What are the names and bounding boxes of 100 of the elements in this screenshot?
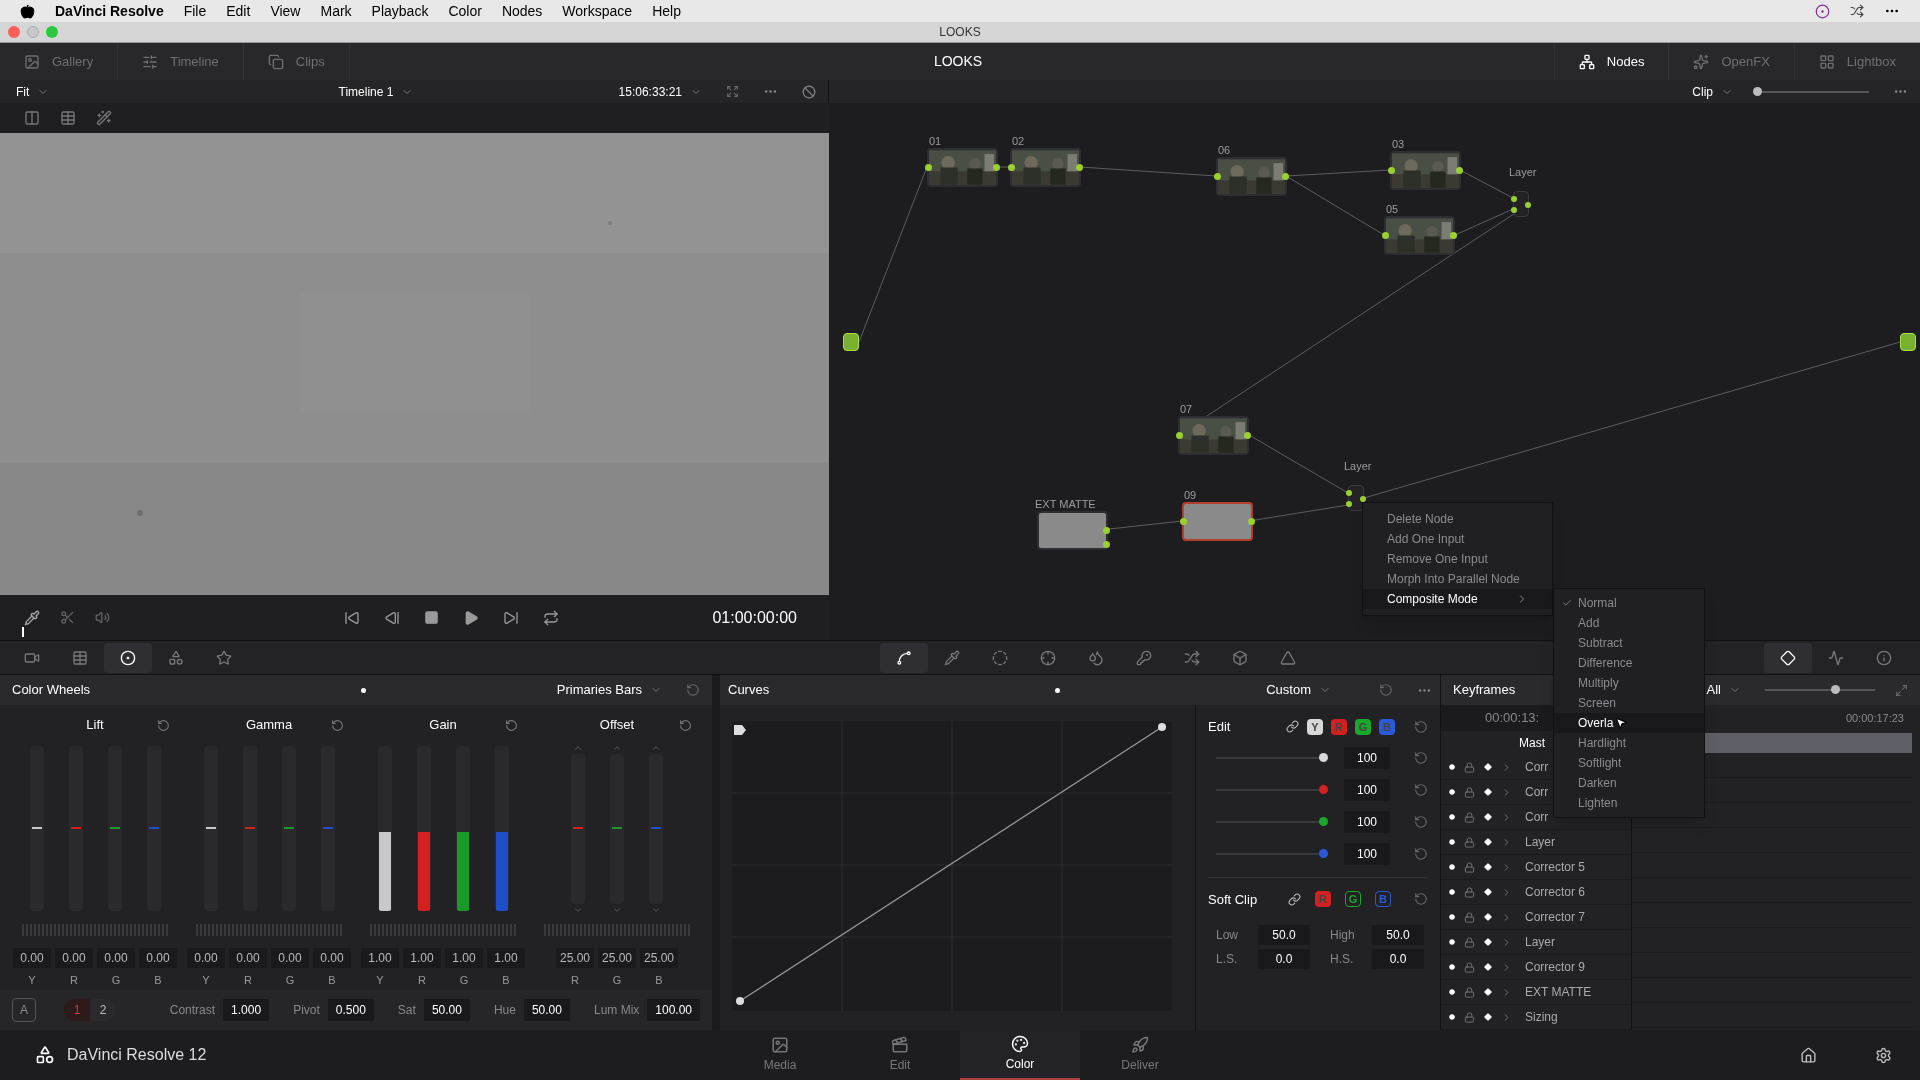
page-tab[interactable]: Deliver (1080, 1030, 1200, 1080)
bypass-icon[interactable] (802, 84, 816, 99)
value-field[interactable]: 100.00 (647, 999, 700, 1021)
apple-icon[interactable] (20, 3, 35, 19)
mode-button[interactable]: A (12, 998, 36, 1022)
menu-item[interactable]: Screen (1554, 693, 1704, 713)
lock-icon[interactable] (1464, 1011, 1475, 1023)
value-field[interactable]: 1.00 (487, 948, 525, 968)
lock-icon[interactable] (1464, 986, 1475, 998)
lock-icon[interactable] (1464, 911, 1475, 923)
value-field[interactable]: 100 (1344, 810, 1390, 833)
reset-icon[interactable] (1414, 719, 1428, 734)
menu-item[interactable]: Normal (1554, 593, 1704, 613)
layer-node[interactable] (1513, 191, 1529, 217)
value-field[interactable]: 100 (1344, 842, 1390, 865)
menu-item[interactable]: Lighten (1554, 793, 1704, 813)
dot-icon[interactable] (1449, 1014, 1455, 1020)
dot-icon[interactable] (1449, 989, 1455, 995)
menu-item[interactable]: File (183, 0, 207, 22)
corrector-node[interactable] (1010, 148, 1081, 187)
value-field[interactable]: 1.000 (223, 999, 270, 1021)
menu-item[interactable]: Hardlight (1554, 733, 1704, 753)
skip-back-icon[interactable] (343, 609, 360, 626)
menu-item[interactable]: Subtract (1554, 633, 1704, 653)
keyframe-icon[interactable] (1484, 838, 1492, 846)
page-tab[interactable]: Media (720, 1030, 840, 1080)
keyframe-icon[interactable] (1484, 988, 1492, 996)
menu-item[interactable]: Overla (1554, 713, 1704, 733)
page-tab[interactable]: 1 (64, 999, 90, 1021)
scissors-icon[interactable] (60, 610, 75, 625)
reset-icon[interactable] (1379, 683, 1393, 697)
value-field[interactable]: 25.00 (640, 948, 678, 968)
reset-icon[interactable] (1414, 814, 1428, 829)
dot-icon[interactable] (1449, 889, 1455, 895)
corrector-node[interactable] (927, 148, 998, 187)
step-back-icon[interactable] (383, 609, 400, 626)
corrector-node[interactable] (1178, 416, 1249, 455)
lock-icon[interactable] (1464, 786, 1475, 798)
link-icon[interactable] (1286, 720, 1299, 734)
skip-forward-icon[interactable] (502, 609, 519, 626)
menu-item[interactable]: View (270, 0, 301, 22)
zoom-slider[interactable] (1753, 90, 1869, 93)
mode-dropdown[interactable]: Primaries Bars (556, 680, 662, 700)
reset-icon[interactable] (331, 718, 344, 732)
menu-item[interactable]: Color (448, 0, 482, 22)
lock-icon[interactable] (1464, 836, 1475, 848)
reset-icon[interactable] (1414, 892, 1428, 907)
palette-tab[interactable] (880, 642, 928, 673)
lock-icon[interactable] (1464, 961, 1475, 973)
palette-tab[interactable] (104, 642, 152, 673)
page-tab[interactable]: 2 (90, 999, 116, 1021)
menu-item[interactable]: DaVinci Resolve (55, 0, 164, 22)
menu-item[interactable]: Multiply (1554, 673, 1704, 693)
arrows-icon[interactable] (1850, 4, 1864, 18)
control-point[interactable] (736, 997, 744, 1005)
dot-icon[interactable] (1449, 764, 1455, 770)
settings-icon[interactable] (1875, 1046, 1892, 1064)
value-field[interactable]: 100 (1344, 746, 1390, 769)
value-field[interactable]: 50.0 (1372, 925, 1424, 945)
menu-item[interactable]: Help (652, 0, 681, 22)
value-field[interactable]: 0.00 (187, 948, 225, 968)
dot-icon[interactable] (1449, 789, 1455, 795)
palette-tab[interactable] (1764, 642, 1812, 673)
audio-icon[interactable] (95, 610, 110, 625)
status-icon[interactable] (1815, 3, 1830, 19)
dot-icon[interactable] (1449, 814, 1455, 820)
lock-icon[interactable] (1464, 886, 1475, 898)
menu-item[interactable]: Workspace (562, 0, 633, 22)
keyframe-icon[interactable] (1484, 888, 1492, 896)
timeline-dropdown[interactable]: Timeline 1 (338, 82, 414, 101)
value-field[interactable]: 0.00 (139, 948, 177, 968)
menu-item[interactable]: Remove One Input (1363, 549, 1552, 569)
keyframe-icon[interactable] (1484, 963, 1492, 971)
control-point[interactable] (1158, 723, 1166, 731)
layer-node[interactable] (1348, 485, 1364, 511)
matte-node[interactable] (1037, 511, 1108, 550)
grid-icon[interactable] (60, 110, 76, 126)
menu-item[interactable]: Difference (1554, 653, 1704, 673)
filter-dropdown[interactable]: All (1706, 680, 1741, 700)
corrector-node[interactable] (1216, 157, 1287, 196)
value-field[interactable]: 50.00 (523, 999, 570, 1021)
channel-toggle[interactable]: G (1345, 891, 1361, 908)
value-field[interactable]: 0.00 (97, 948, 135, 968)
reset-icon[interactable] (1414, 782, 1428, 797)
value-field[interactable]: 0.00 (271, 948, 309, 968)
lock-icon[interactable] (1464, 861, 1475, 873)
corrector-node[interactable] (1390, 151, 1461, 190)
page-tab[interactable]: Color (960, 1030, 1080, 1080)
loop-icon[interactable] (542, 609, 559, 626)
dot-icon[interactable] (1449, 914, 1455, 920)
reset-icon[interactable] (505, 718, 518, 732)
value-field[interactable]: 25.00 (598, 948, 636, 968)
value-field[interactable]: 0.00 (229, 948, 267, 968)
dot-icon[interactable] (1449, 839, 1455, 845)
split-icon[interactable] (24, 110, 40, 126)
menu-item[interactable]: Delete Node (1363, 509, 1552, 529)
reset-icon[interactable] (1414, 846, 1428, 861)
slider-thumb[interactable] (1753, 86, 1762, 96)
stop-icon[interactable] (423, 609, 439, 625)
value-field[interactable]: 0.00 (55, 948, 93, 968)
